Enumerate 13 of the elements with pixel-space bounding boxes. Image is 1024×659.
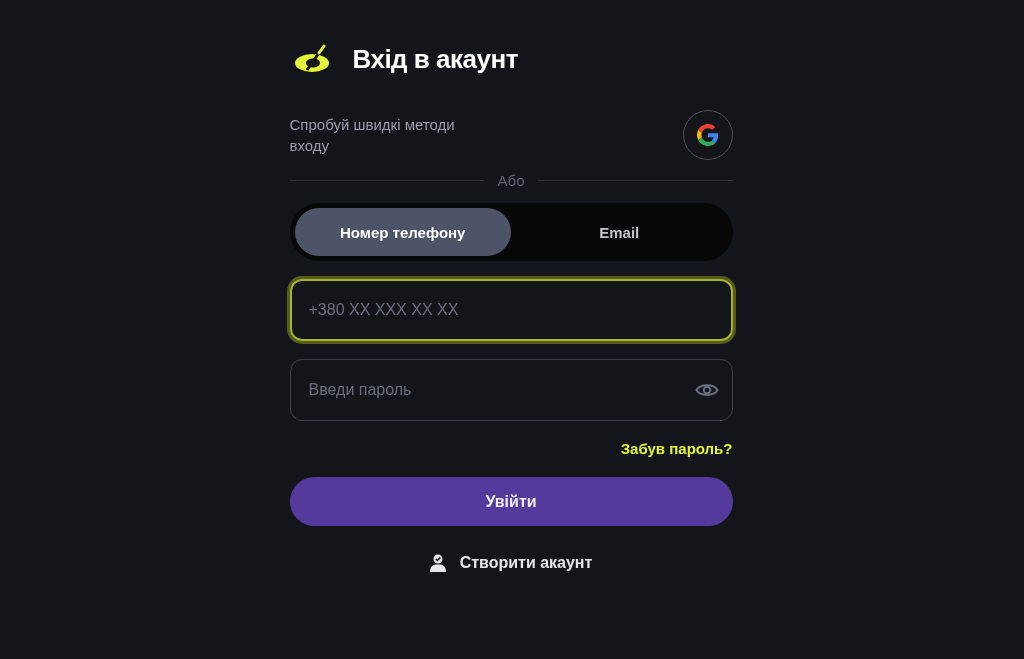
login-button[interactable]: Увійти: [289, 477, 733, 526]
user-check-icon: [429, 554, 446, 572]
phone-input-field[interactable]: +380 XX XXX XX XX: [289, 279, 733, 341]
quick-login-text: Спробуй швидкі методи входу: [289, 115, 456, 156]
forgot-password-link[interactable]: Забув пароль?: [620, 440, 733, 457]
create-account-link[interactable]: Створити акаунт: [429, 554, 593, 572]
tab[interactable]: Email: [511, 208, 728, 256]
page-title: Вхід в акаунт: [352, 43, 518, 75]
password-input-field[interactable]: Введи пароль: [289, 359, 733, 421]
google-icon: [696, 124, 719, 146]
tab[interactable]: Номер телефону: [294, 208, 511, 256]
divider-label: Або: [497, 172, 525, 189]
eye-icon[interactable]: [694, 381, 719, 399]
